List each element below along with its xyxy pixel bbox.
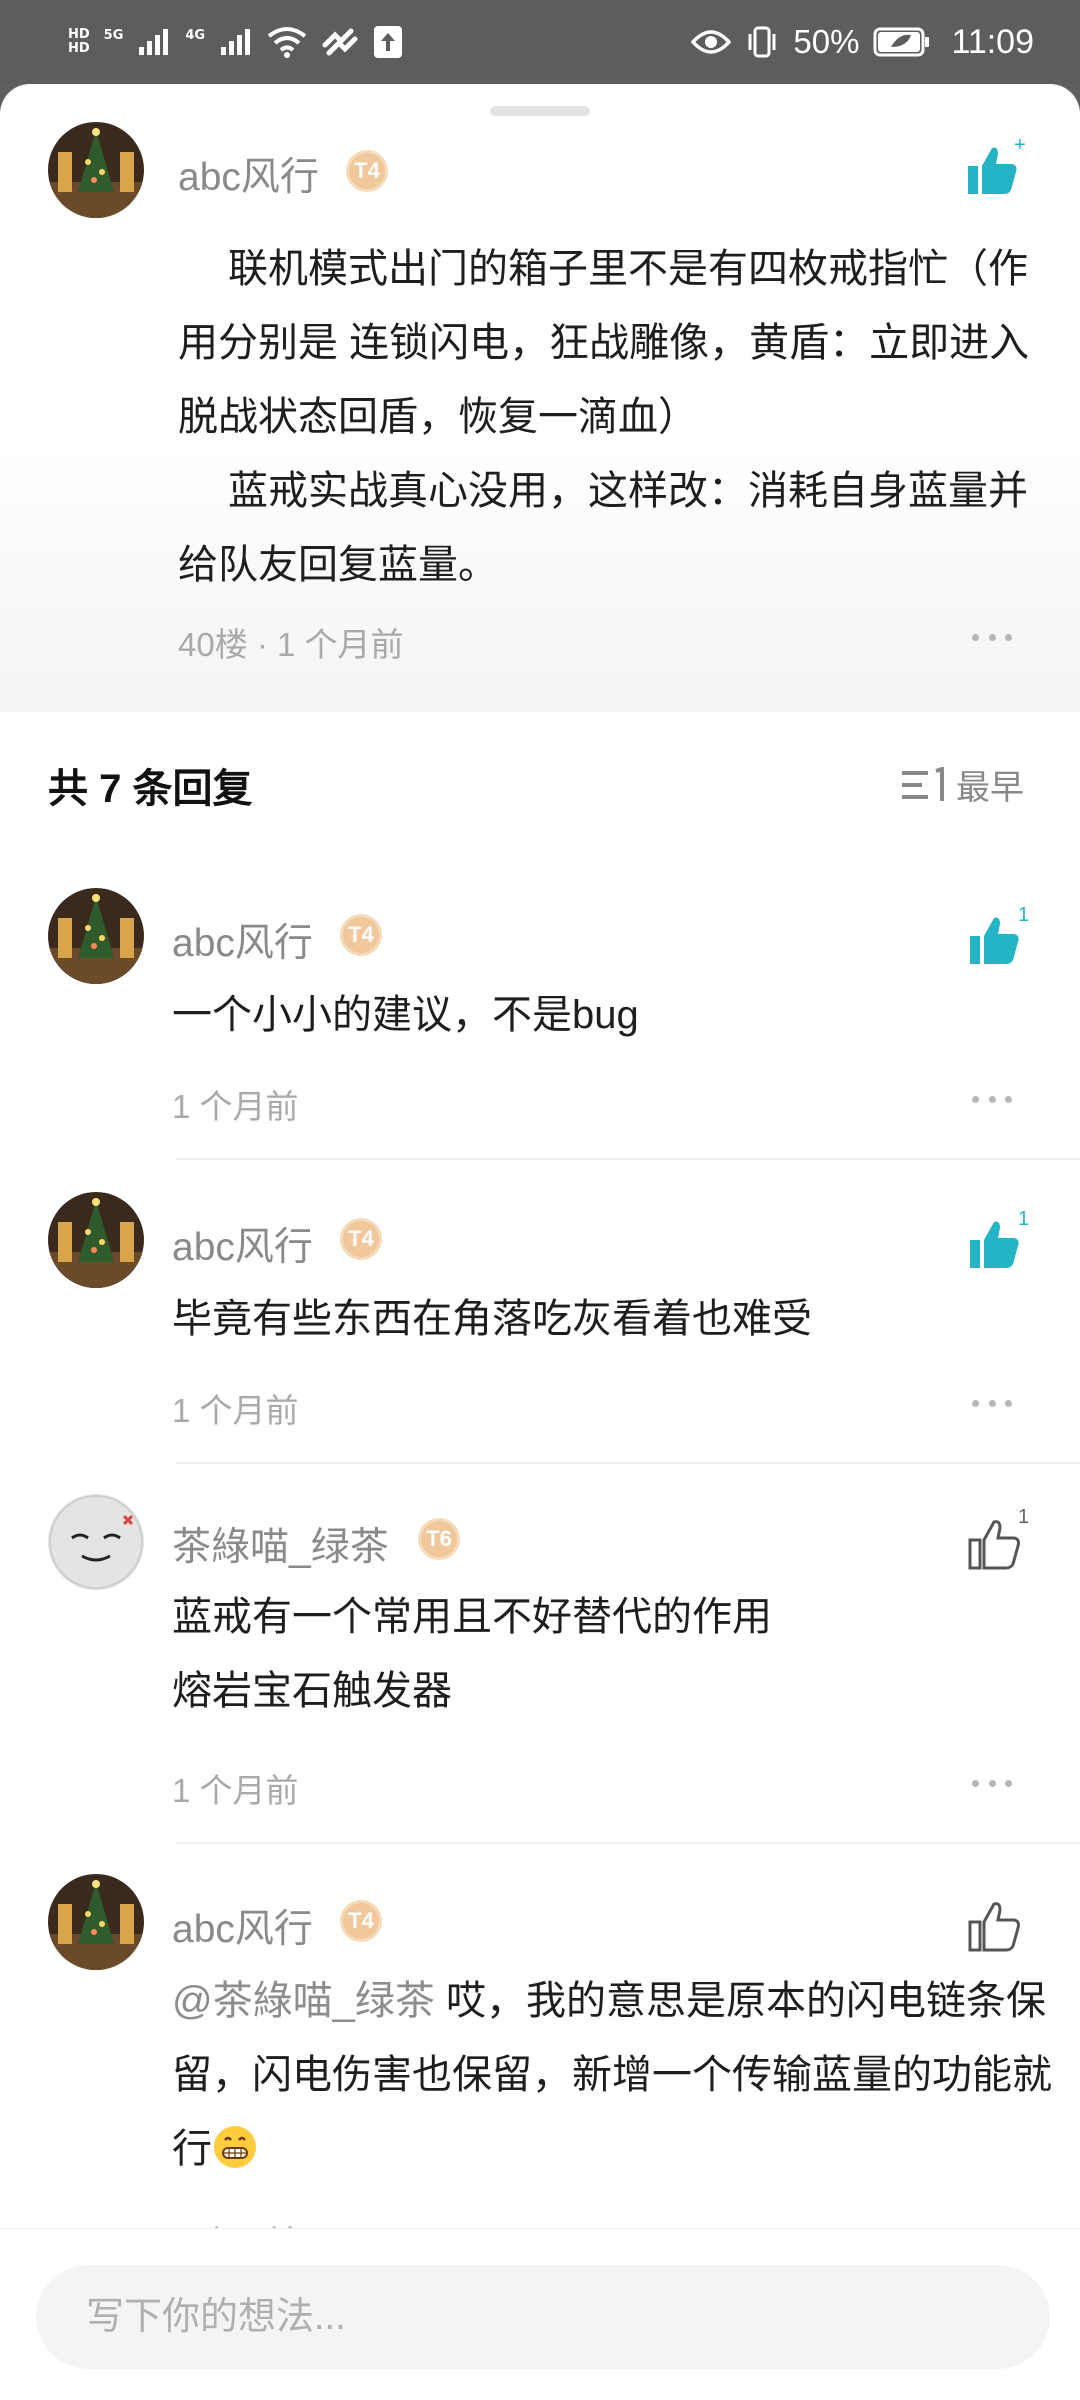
reply-body: 毕竟有些东西在角落吃灰看着也难受: [172, 1297, 812, 1341]
like-count: 1: [1018, 1506, 1030, 1528]
signal-icon: [219, 27, 253, 57]
upload-icon: [373, 25, 403, 59]
main-comment: abc风行 T4 + 联机模式出门的箱子里不是有四枚戒指忙（作用分别是 连锁闪电…: [0, 122, 1080, 712]
comment-paragraph: 联机模式出门的箱子里不是有四枚戒指忙（作用分别是 连锁闪电，狂战雕像，黄盾：立即…: [178, 247, 1030, 439]
hd-indicator: HD HD: [68, 27, 90, 56]
divider: [176, 1462, 1080, 1464]
status-right: 50% 11:09: [691, 23, 1034, 62]
signal-icon: [137, 27, 171, 57]
avatar[interactable]: [48, 1192, 144, 1288]
like-button[interactable]: [964, 910, 1024, 970]
sort-button[interactable]: 最早: [900, 760, 1024, 809]
username[interactable]: abc风行: [172, 1898, 313, 1954]
more-options-icon[interactable]: [972, 632, 1012, 642]
username[interactable]: abc风行: [178, 146, 319, 202]
link-icon: [321, 27, 359, 57]
level-badge: T4: [340, 914, 382, 956]
vibrate-icon: [745, 25, 779, 59]
thumbs-up-outline-icon: [968, 1520, 1020, 1570]
level-badge: T4: [340, 1218, 382, 1260]
like-count: 1: [1018, 1208, 1030, 1230]
sort-icon: [902, 766, 944, 801]
like-button[interactable]: [964, 1896, 1024, 1956]
more-options-icon[interactable]: [972, 1778, 1012, 1788]
avatar[interactable]: [48, 1874, 144, 1970]
comment-body: 联机模式出门的箱子里不是有四枚戒指忙（作用分别是 连锁闪电，狂战雕像，黄盾：立即…: [178, 232, 1058, 602]
thumbs-up-icon: [970, 1221, 1019, 1268]
like-button[interactable]: [964, 1514, 1024, 1574]
wifi-icon: [267, 26, 307, 58]
eye-icon: [691, 28, 732, 56]
username[interactable]: abc风行: [172, 1216, 313, 1272]
reply-line: 蓝戒有一个常用且不好替代的作用: [172, 1595, 772, 1639]
avatar[interactable]: [48, 888, 144, 984]
more-options-icon[interactable]: [972, 1398, 1012, 1408]
thumbs-up-outline-icon: [968, 1902, 1020, 1952]
divider: [176, 1842, 1080, 1844]
comment-sheet: abc风行 T4 + 联机模式出门的箱子里不是有四枚戒指忙（作用分别是 连锁闪电…: [0, 84, 1080, 2400]
bottom-input-bar: [0, 2228, 1080, 2400]
username[interactable]: 茶綠喵_绿茶: [172, 1516, 389, 1572]
divider: [176, 1158, 1080, 1160]
comment-input[interactable]: [36, 2265, 1050, 2369]
level-badge: T4: [346, 150, 388, 192]
comment-paragraph: 蓝戒实战真心没用，这样改：消耗自身蓝量并给队友回复蓝量。: [178, 469, 1028, 587]
battery-percent: 50%: [793, 23, 860, 60]
status-left: HD HD 5G 4G: [68, 25, 403, 59]
reply-time: 1 个月前: [172, 1772, 299, 1809]
thumbs-up-icon: [970, 917, 1019, 964]
like-button[interactable]: [964, 1214, 1024, 1274]
network-5g-label: 5G: [103, 28, 124, 43]
replies-count-header: 共 7 条回复: [48, 767, 253, 811]
clock: 11:09: [951, 22, 1034, 61]
status-bar: HD HD 5G 4G 50% 11:09: [0, 0, 1080, 84]
avatar[interactable]: [48, 122, 144, 218]
more-options-icon[interactable]: [972, 1094, 1012, 1104]
reply-body: @茶綠喵_绿茶 哎，我的意思是原本的闪电链条保留，闪电伤害也保留，新增一个传输蓝…: [172, 1964, 1072, 2186]
like-count: 1: [1018, 904, 1030, 926]
grin-emoji-icon: [212, 2120, 258, 2168]
level-badge: T4: [340, 1900, 382, 1942]
reply-time: 1 个月前: [172, 1088, 299, 1125]
drag-handle[interactable]: [490, 106, 590, 116]
reply-body: 一个小小的建议，不是bug: [172, 993, 639, 1037]
battery-icon: [873, 27, 931, 57]
network-4g-label: 4G: [185, 28, 206, 43]
reply-line: 熔岩宝石触发器: [172, 1669, 452, 1713]
username[interactable]: abc风行: [172, 912, 313, 968]
level-badge: T6: [418, 1518, 460, 1560]
comment-meta: 40楼 · 1 个月前: [178, 626, 404, 663]
like-plus-indicator: +: [1014, 134, 1026, 156]
thumbs-up-icon: [968, 147, 1017, 194]
mention-link[interactable]: @茶綠喵_绿茶: [172, 1979, 435, 2023]
reply-body: 蓝戒有一个常用且不好替代的作用 熔岩宝石触发器: [172, 1580, 1072, 1728]
like-button[interactable]: [962, 140, 1022, 200]
avatar[interactable]: [48, 1494, 144, 1590]
sort-label: 最早: [956, 769, 1024, 807]
reply-time: 1 个月前: [172, 1392, 299, 1429]
